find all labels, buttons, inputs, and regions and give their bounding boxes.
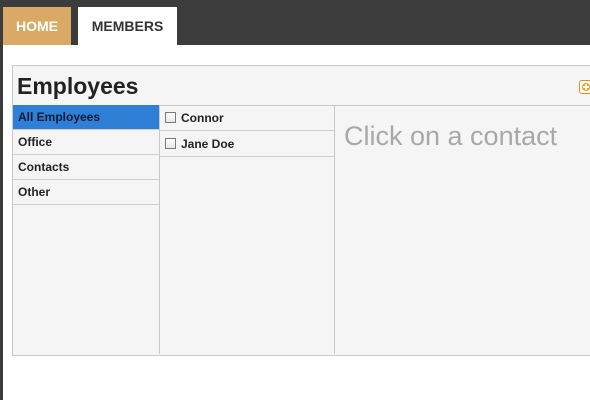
panel-header: Employees [13,66,590,106]
contact-row-jane-doe[interactable]: Jane Doe [160,131,334,157]
contact-row-connor[interactable]: Connor [160,105,334,131]
contact-detail-pane: Click on a contact [335,105,590,354]
top-navigation-bar: HOME MEMBERS [0,0,590,45]
panel-title: Employees [17,73,139,99]
add-circle-icon[interactable] [579,80,590,94]
detail-placeholder: Click on a contact [344,121,558,151]
tab-home[interactable]: HOME [3,7,71,45]
contact-checkbox[interactable] [165,112,176,123]
left-edge-bar [0,45,3,400]
category-all-employees[interactable]: All Employees [13,105,159,130]
tab-members[interactable]: MEMBERS [78,7,177,45]
employees-panel: Employees All Employees Office Contacts … [12,65,590,356]
category-list: All Employees Office Contacts Other [13,105,160,354]
contact-name: Jane Doe [181,136,235,151]
contact-name: Connor [181,110,224,125]
contact-checkbox[interactable] [165,138,176,149]
category-contacts[interactable]: Contacts [13,155,159,180]
contact-list: Connor Jane Doe [160,105,335,354]
category-other[interactable]: Other [13,180,159,205]
category-office[interactable]: Office [13,130,159,155]
